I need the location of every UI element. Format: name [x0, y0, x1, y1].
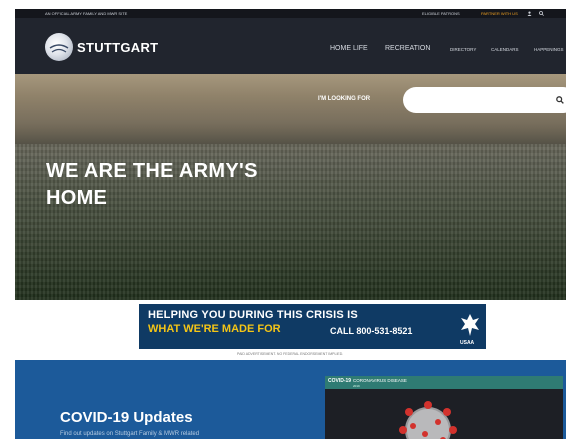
- search-icon[interactable]: [556, 96, 564, 104]
- covid-image-logo: COVID-19: [328, 378, 352, 384]
- site-header: STUTTGART HOME LIFE RECREATION DIRECTORY…: [15, 18, 566, 74]
- advertisement-section: HELPING YOU DURING THIS CRISIS IS WHAT W…: [15, 300, 566, 360]
- browser-page: AN OFFICIAL ARMY FAMILY AND MWR SITE ELI…: [15, 9, 566, 439]
- stuttgart-logo[interactable]: [45, 33, 73, 61]
- search-icon[interactable]: [539, 11, 544, 16]
- ad-headline-line2: WHAT WE'RE MADE FOR: [148, 323, 281, 335]
- nav-recreation[interactable]: RECREATION: [385, 45, 430, 52]
- usaa-ad-banner[interactable]: HELPING YOU DURING THIS CRISIS IS WHAT W…: [139, 304, 486, 349]
- covid-image-caption-year: 2019: [353, 384, 360, 388]
- utility-bar: AN OFFICIAL ARMY FAMILY AND MWR SITE ELI…: [15, 9, 566, 18]
- looking-for-label: I'M LOOKING FOR: [318, 96, 371, 102]
- hero-banner: I'M LOOKING FOR WE ARE THE ARMY'S HOME: [15, 74, 566, 300]
- usaa-brand-text: USAA: [460, 340, 475, 346]
- eligible-patrons-link[interactable]: ELIGIBLE PATRONS: [422, 9, 460, 18]
- ad-phone: CALL 800-531-8521: [330, 326, 413, 336]
- site-title[interactable]: STUTTGART: [77, 40, 158, 55]
- nav-home-life[interactable]: HOME LIFE: [330, 45, 368, 52]
- covid-description: Find out updates on Stuttgart Family & M…: [60, 431, 200, 437]
- covid-image-caption: CORONAVIRUS DISEASE: [353, 378, 407, 383]
- user-icon[interactable]: [527, 11, 532, 16]
- hero-title-line1: WE ARE THE ARMY'S: [46, 160, 258, 182]
- ad-headline-line1: HELPING YOU DURING THIS CRISIS IS: [148, 309, 358, 321]
- partner-with-us-link[interactable]: PARTNER WITH US: [481, 9, 518, 18]
- covid-section: COVID-19 Updates Find out updates on Stu…: [15, 360, 566, 439]
- usaa-eagle-logo: [461, 314, 479, 336]
- globe-icon: [49, 44, 69, 53]
- virus-illustration: [399, 401, 457, 439]
- nav-directory[interactable]: DIRECTORY: [450, 47, 476, 52]
- coronavirus-image[interactable]: COVID-19 CORONAVIRUS DISEASE 2019: [325, 376, 563, 439]
- official-site-text: AN OFFICIAL ARMY FAMILY AND MWR SITE: [45, 11, 128, 16]
- nav-calendars[interactable]: CALENDARS: [491, 47, 519, 52]
- search-input[interactable]: [403, 87, 566, 113]
- nav-happenings[interactable]: HAPPENINGS: [534, 47, 564, 52]
- ad-disclaimer: PAID ADVERTISEMENT. NO FEDERAL ENDORSEME…: [237, 352, 344, 356]
- covid-title[interactable]: COVID-19 Updates: [60, 409, 193, 426]
- hero-title: WE ARE THE ARMY'S HOME: [46, 158, 346, 212]
- hero-title-line2: HOME: [46, 187, 108, 209]
